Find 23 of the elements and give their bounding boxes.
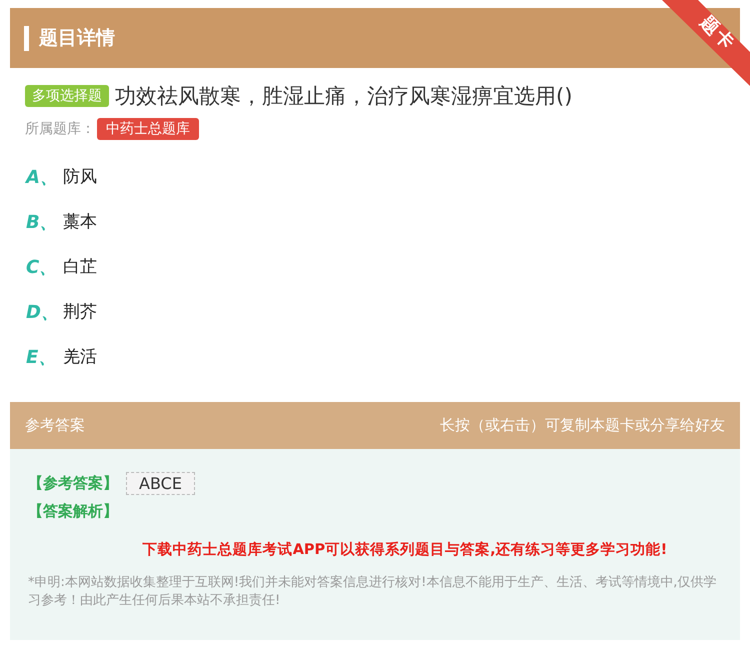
- answer-value: ABCE: [126, 472, 195, 494]
- option-text: 羌活: [63, 346, 97, 368]
- option-text: 防风: [63, 166, 97, 188]
- option-letter: C、: [26, 256, 58, 278]
- bank-label: 所属题库：: [25, 120, 95, 138]
- share-hint: 长按（或右击）可复制本题卡或分享给好友: [440, 416, 725, 435]
- question-type-badge: 多项选择题: [25, 85, 109, 107]
- analysis-label: 【答案解析】: [28, 502, 118, 520]
- option-letter: E、: [26, 346, 58, 368]
- answer-bar-title: 参考答案: [25, 416, 85, 435]
- question-text: 功效祛风散寒，胜湿止痛，治疗风寒湿痹宜选用(): [115, 83, 572, 110]
- bank-tag[interactable]: 中药士总题库: [97, 118, 199, 140]
- option-letter: D、: [26, 300, 60, 324]
- option-text: 藁本: [63, 211, 97, 233]
- option-text: 白芷: [63, 256, 97, 278]
- option-letter: A、: [26, 166, 59, 188]
- app-promo-text[interactable]: 下载中药士总题库考试APP可以获得系列题目与答案,还有练习等更多学习功能!: [88, 540, 722, 559]
- section-title: 题目详情: [39, 26, 115, 51]
- disclaimer-text: *申明:本网站数据收集整理于互联网!我们并未能对答案信息进行核对!本信息不能用于生产、生活、考试等情境中,仅供学习参考！由此产生任何后果本站不承担责任!: [28, 574, 718, 610]
- option-text: 荆芥: [63, 301, 97, 323]
- title-marker: [24, 26, 29, 50]
- answer-label: 【参考答案】: [28, 474, 118, 492]
- option-letter: B、: [26, 210, 59, 234]
